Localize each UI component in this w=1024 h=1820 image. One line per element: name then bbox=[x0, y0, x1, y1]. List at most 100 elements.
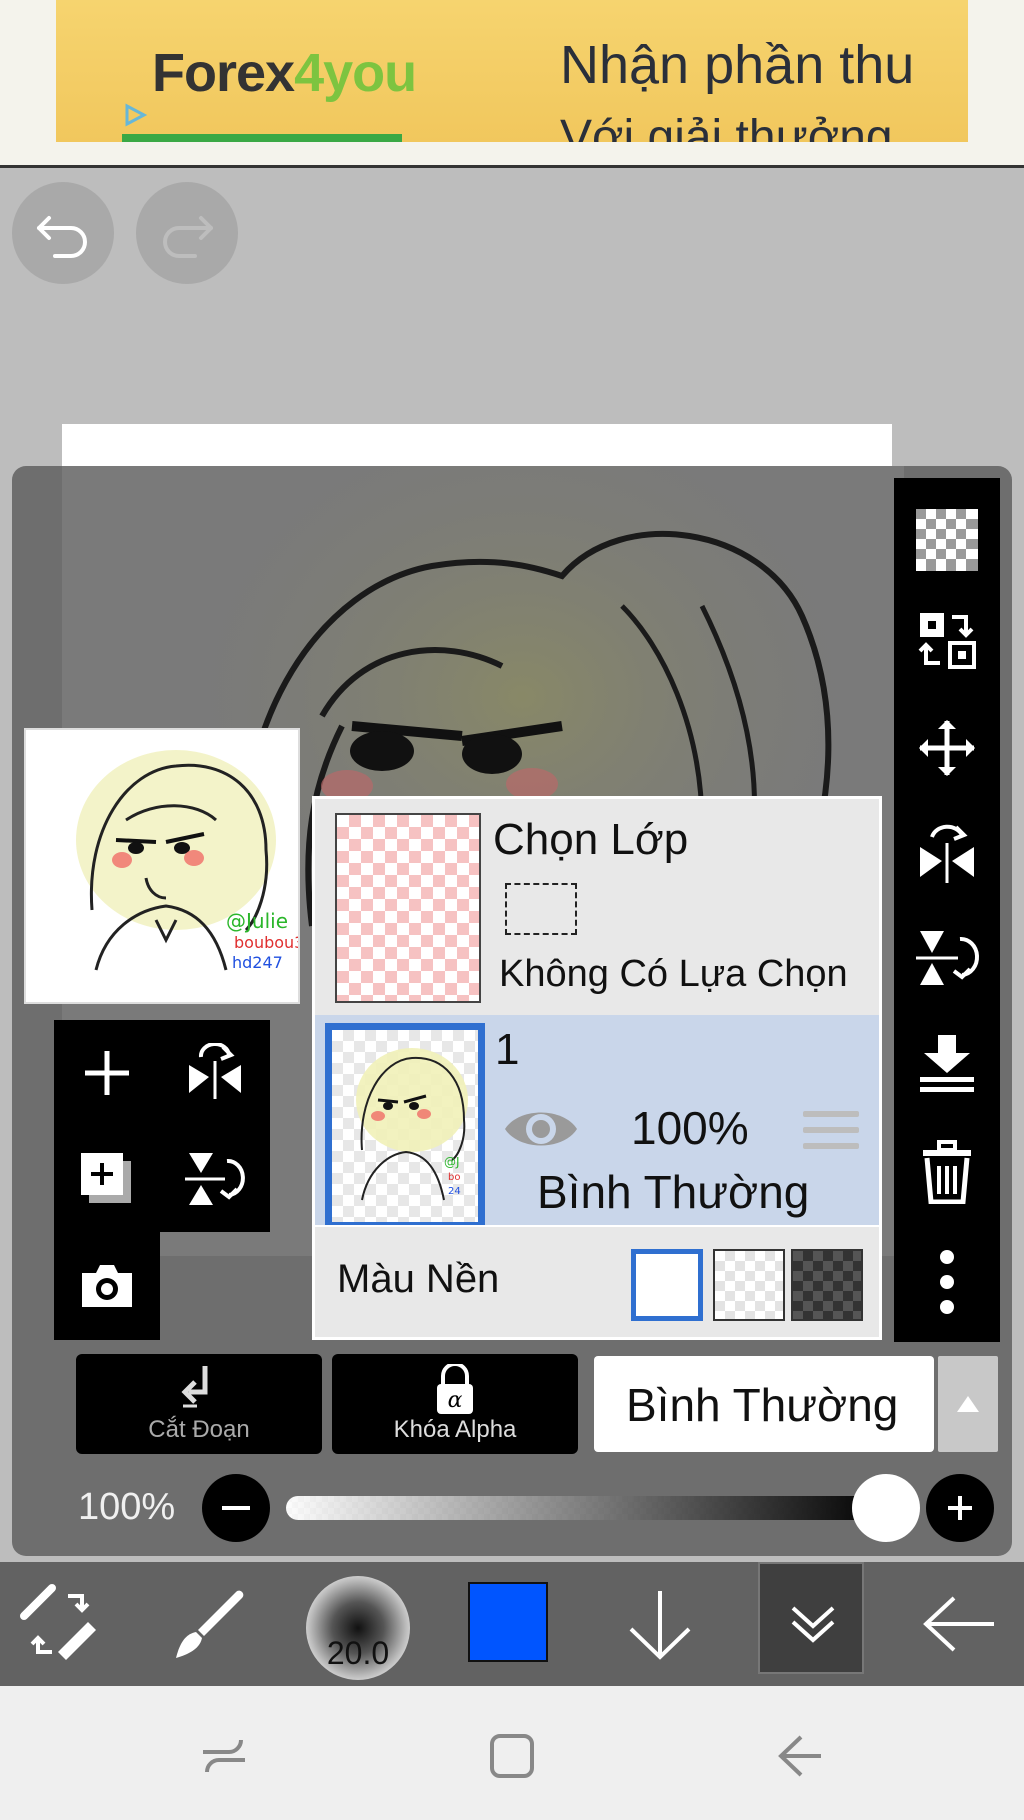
home-button[interactable] bbox=[462, 1716, 562, 1796]
alpha-lock-icon: α bbox=[437, 1364, 473, 1414]
back-arrow-icon bbox=[778, 1735, 821, 1777]
brush-tool-button[interactable] bbox=[148, 1562, 268, 1686]
svg-text:boubou3: boubou3 bbox=[234, 933, 298, 952]
layer-panel-toggle-button[interactable] bbox=[758, 1562, 864, 1674]
import-photo-button[interactable] bbox=[54, 1232, 160, 1338]
background-transparent-light-swatch[interactable] bbox=[713, 1249, 785, 1321]
ad-headline: Nhận phần thu bbox=[560, 35, 915, 95]
opacity-value: 100% bbox=[78, 1486, 176, 1528]
svg-text:@J: @J bbox=[444, 1155, 460, 1169]
ad-banner[interactable]: Forex4you Nhận phần thu Với giải thưởng bbox=[0, 0, 1024, 168]
blend-mode-dropdown-button[interactable] bbox=[938, 1356, 998, 1452]
layer-panel: Chọn Lớp Không Có Lựa Chọn @J bo 24 1 10… bbox=[312, 796, 882, 1340]
plus-icon bbox=[948, 1496, 972, 1520]
transform-button[interactable] bbox=[894, 592, 1000, 688]
drag-handle-icon[interactable] bbox=[803, 1111, 859, 1159]
flip-horizontal-icon bbox=[189, 1043, 241, 1099]
camera-icon bbox=[82, 1265, 132, 1307]
merge-down-button[interactable] bbox=[894, 1014, 1000, 1110]
canvas-preview[interactable]: @Julie boubou3 hd247 bbox=[24, 728, 304, 1004]
duplicate-layer-icon bbox=[81, 1153, 131, 1203]
undo-button[interactable] bbox=[12, 182, 114, 284]
checkerboard-button[interactable] bbox=[894, 492, 1000, 588]
ad-subline: Với giải thưởng bbox=[560, 111, 893, 142]
svg-text:hd247: hd247 bbox=[232, 953, 283, 972]
svg-text:bo: bo bbox=[448, 1172, 460, 1183]
blend-mode-select[interactable]: Bình Thường bbox=[594, 1356, 934, 1452]
recent-apps-button[interactable] bbox=[174, 1716, 274, 1796]
clipping-label: Cắt Đoạn bbox=[148, 1416, 250, 1443]
flip-vertical-button[interactable] bbox=[894, 910, 1000, 1006]
opacity-decrease-button[interactable] bbox=[202, 1474, 270, 1542]
opacity-slider-knob[interactable] bbox=[852, 1474, 920, 1542]
visibility-eye-icon[interactable] bbox=[503, 1101, 579, 1157]
brush-size-value: 20.0 bbox=[326, 1635, 390, 1671]
redo-icon bbox=[163, 216, 213, 258]
layer-tools bbox=[54, 1020, 270, 1232]
selection-layer-row[interactable]: Chọn Lớp Không Có Lựa Chọn bbox=[315, 799, 879, 1015]
ad-choices-icon[interactable] bbox=[122, 102, 148, 128]
preview-artwork: @Julie boubou3 hd247 bbox=[76, 750, 304, 972]
system-navigation-bar bbox=[0, 1686, 1024, 1820]
selection-status: Không Có Lựa Chọn bbox=[499, 953, 848, 995]
undo-icon bbox=[37, 216, 87, 258]
move-button[interactable] bbox=[894, 700, 1000, 796]
ad-progress bbox=[122, 134, 402, 142]
move-icon bbox=[919, 720, 975, 776]
more-options-button[interactable] bbox=[894, 1234, 1000, 1330]
redo-button[interactable] bbox=[136, 182, 238, 284]
ad-logo: Forex4you bbox=[152, 43, 417, 103]
clip-arrow-icon bbox=[181, 1366, 208, 1408]
triangle-up-icon bbox=[957, 1396, 979, 1412]
camera-tool-container bbox=[54, 1232, 160, 1340]
opacity-increase-button[interactable] bbox=[926, 1474, 994, 1542]
transform-icon bbox=[918, 613, 976, 669]
flip-horizontal-icon bbox=[920, 824, 974, 883]
brush-size-button[interactable]: 20.0 bbox=[306, 1576, 410, 1680]
background-white-swatch[interactable] bbox=[631, 1249, 703, 1321]
blend-mode-value: Bình Thường bbox=[626, 1379, 899, 1431]
arrow-down-icon bbox=[629, 1591, 691, 1660]
add-layer-button[interactable] bbox=[54, 1020, 160, 1126]
flip-horizontal-button[interactable] bbox=[894, 806, 1000, 902]
alpha-lock-button[interactable]: α Khóa Alpha bbox=[332, 1354, 578, 1454]
back-button[interactable] bbox=[900, 1562, 1020, 1686]
more-icon bbox=[940, 1250, 954, 1314]
background-transparent-dark-swatch[interactable] bbox=[791, 1249, 863, 1321]
svg-text:@Julie: @Julie bbox=[226, 909, 288, 933]
flip-layer-vertical-button[interactable] bbox=[162, 1126, 268, 1232]
selection-marquee-icon bbox=[505, 883, 577, 935]
layer-opacity: 100% bbox=[631, 1102, 749, 1154]
duplicate-layer-button[interactable] bbox=[54, 1126, 160, 1232]
selection-thumbnail bbox=[335, 813, 481, 1003]
opacity-slider-track[interactable] bbox=[286, 1496, 886, 1520]
svg-text:α: α bbox=[448, 1388, 463, 1413]
merge-down-icon bbox=[920, 1035, 974, 1092]
recent-apps-icon bbox=[203, 1739, 245, 1773]
flip-vertical-icon bbox=[185, 1153, 245, 1205]
trash-icon bbox=[923, 1140, 971, 1204]
clipping-button[interactable]: Cắt Đoạn bbox=[76, 1354, 322, 1454]
layer-thumbnail: @J bo 24 bbox=[325, 1023, 485, 1229]
brush-icon bbox=[176, 1590, 244, 1658]
double-chevron-down-icon bbox=[791, 1606, 835, 1643]
current-color-swatch[interactable] bbox=[468, 1582, 548, 1662]
arrow-left-icon bbox=[923, 1596, 994, 1652]
background-color-row: Màu Nền bbox=[315, 1225, 879, 1337]
add-layer-icon bbox=[85, 1051, 129, 1095]
flip-vertical-icon bbox=[916, 931, 980, 985]
pen-eraser-icon bbox=[20, 1584, 96, 1660]
layer-blend-mode: Bình Thường bbox=[537, 1166, 810, 1218]
alpha-lock-label: Khóa Alpha bbox=[393, 1416, 517, 1443]
bottom-toolbar: 20.0 bbox=[0, 1562, 1024, 1686]
ad-content[interactable]: Forex4you Nhận phần thu Với giải thưởng bbox=[56, 0, 968, 142]
selection-title: Chọn Lớp bbox=[493, 815, 689, 864]
delete-layer-button[interactable] bbox=[894, 1124, 1000, 1220]
system-back-button[interactable] bbox=[750, 1716, 850, 1796]
save-down-button[interactable] bbox=[600, 1562, 720, 1686]
tool-switch-button[interactable] bbox=[0, 1562, 120, 1686]
flip-layer-horizontal-button[interactable] bbox=[162, 1020, 268, 1126]
layer-row[interactable]: @J bo 24 1 100% Bình Thường bbox=[315, 1015, 879, 1229]
right-toolbar bbox=[894, 478, 1000, 1342]
background-label: Màu Nền bbox=[337, 1257, 500, 1301]
